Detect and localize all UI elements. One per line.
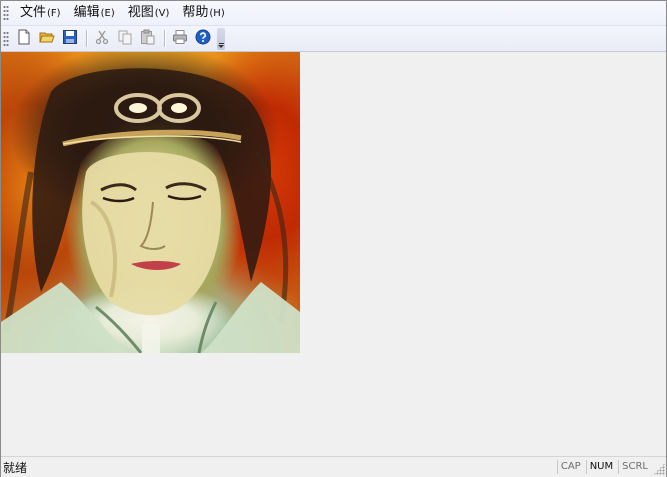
status-text: 就绪 [3, 460, 28, 475]
toolbar-separator [164, 30, 165, 47]
menu-view-accel: (V) [154, 7, 170, 19]
copy-icon [117, 29, 133, 49]
menu-edit-accel: (E) [100, 7, 115, 19]
menu-help-accel: (H) [209, 7, 225, 19]
save-icon [62, 29, 78, 49]
menubar-grip[interactable] [3, 5, 9, 21]
overflow-bar [218, 42, 224, 44]
status-bar: 就绪 CAP NUM SCRL [1, 456, 666, 477]
menu-help-label: 帮助 [182, 4, 209, 20]
menu-file-label: 文件 [20, 4, 47, 20]
help-button[interactable] [193, 29, 213, 49]
displayed-image [1, 52, 300, 353]
menu-help[interactable]: 帮助 (H) [176, 2, 231, 25]
menu-file[interactable]: 文件 (F) [14, 2, 68, 25]
open-folder-icon [39, 29, 55, 49]
document-view[interactable] [1, 52, 666, 456]
save-button[interactable] [60, 29, 80, 49]
toolbar [1, 26, 666, 52]
caps-lock-indicator: CAP [556, 460, 584, 474]
print-button[interactable] [170, 29, 190, 49]
new-file-button[interactable] [14, 29, 34, 49]
cut-button[interactable] [92, 29, 112, 49]
cut-icon [94, 29, 110, 49]
num-lock-indicator: NUM [585, 460, 616, 474]
menu-edit-label: 编辑 [73, 4, 100, 20]
app-window: 文件 (F) 编辑 (E) 视图 (V) 帮助 (H) 就绪 CAP NUM S… [0, 0, 667, 477]
toolbar-overflow-button[interactable] [217, 27, 225, 50]
portrait-illustration [1, 68, 300, 353]
print-icon [172, 29, 188, 49]
menu-edit[interactable]: 编辑 (E) [68, 2, 122, 25]
scroll-lock-indicator: SCRL [618, 460, 651, 474]
toolbar-grip[interactable] [3, 30, 9, 47]
menu-file-accel: (F) [47, 7, 61, 19]
menu-bar: 文件 (F) 编辑 (E) 视图 (V) 帮助 (H) [1, 1, 666, 26]
chevron-down-icon [218, 44, 224, 48]
new-file-icon [16, 29, 32, 49]
paste-icon [140, 29, 156, 49]
copy-button[interactable] [115, 29, 135, 49]
paste-button[interactable] [138, 29, 158, 49]
open-button[interactable] [37, 29, 57, 49]
resize-grip[interactable] [653, 463, 665, 475]
menu-view[interactable]: 视图 (V) [122, 2, 177, 25]
toolbar-separator [86, 30, 87, 47]
help-icon [195, 29, 211, 49]
menu-view-label: 视图 [127, 4, 154, 20]
